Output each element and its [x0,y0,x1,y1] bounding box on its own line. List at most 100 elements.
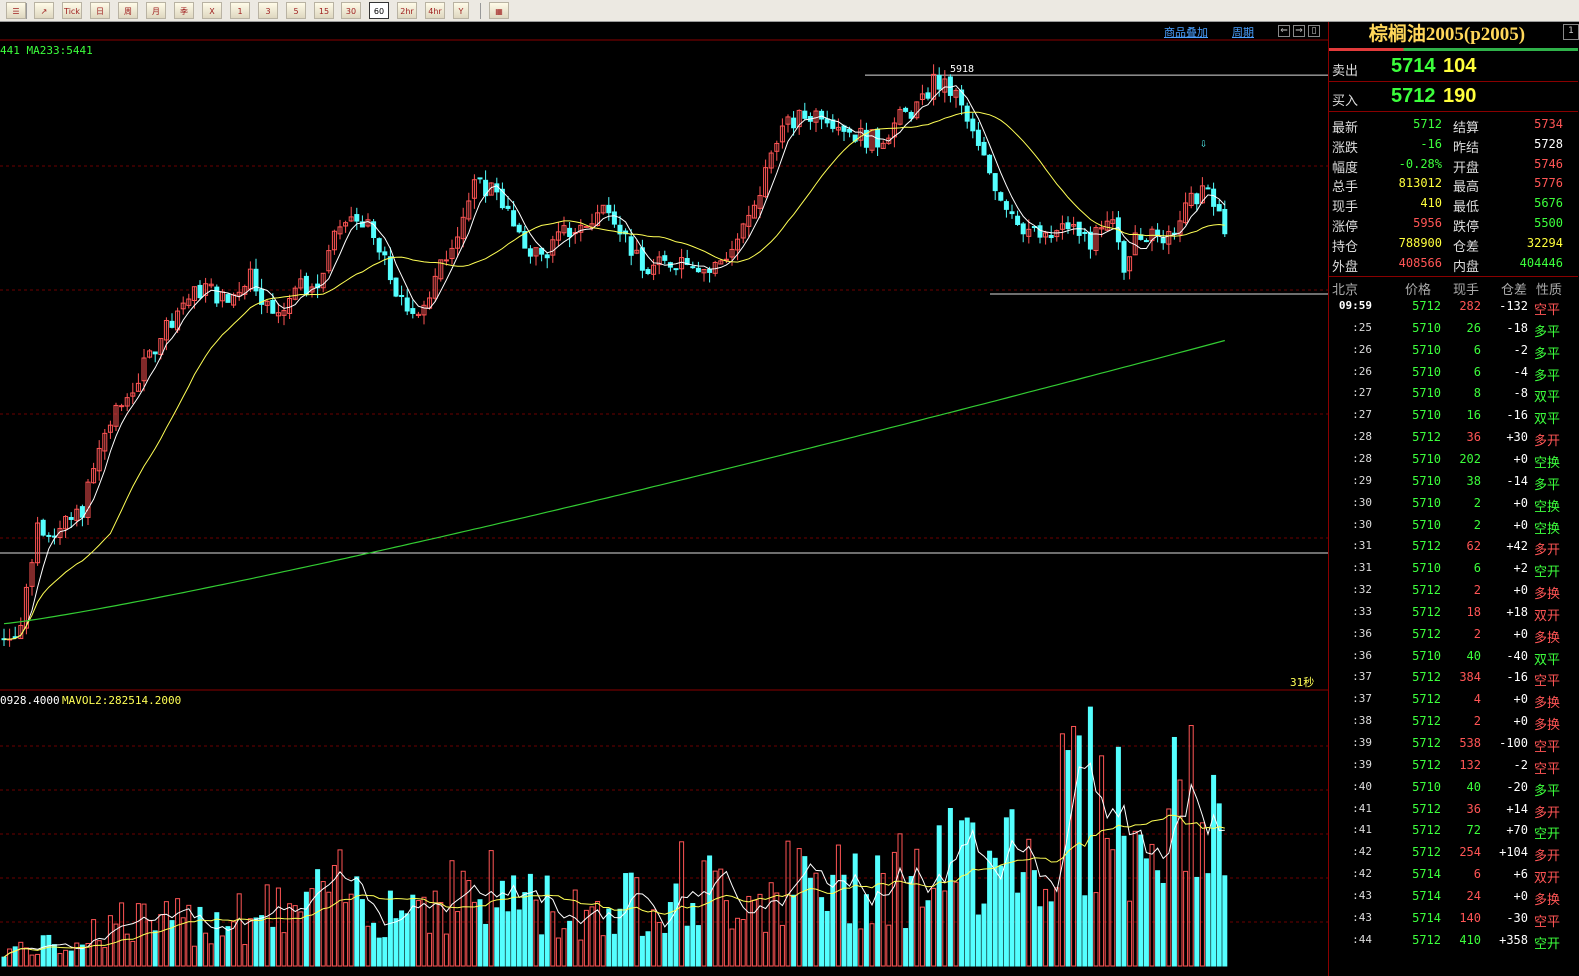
candle-body [645,269,651,275]
tick-nature: 多换 [1534,696,1561,712]
stat-label: 昨结 [1453,140,1480,156]
candle-body [903,107,909,112]
volume-bar [1171,736,1177,967]
candle-body [1143,240,1149,243]
volume-bar [768,882,774,967]
stat-label: 仓差 [1453,239,1480,255]
volume-bar [1104,837,1110,967]
volume-bar [443,933,449,967]
chart-area[interactable]: 441 MA233:5441 商品叠加 周期 ⇐ ⇒ ▯ 5918 31秒 09… [0,22,1328,976]
tick-time: :31 [1352,539,1372,553]
tick-row: :33 5712 18 +18 双开 [1329,602,1578,624]
toolbar-button-m60[interactable]: 60 [369,2,389,19]
volume-bar [975,914,981,967]
tick-volume: 2 [1473,495,1481,510]
tick-volume: 36 [1466,430,1481,445]
volume-bar [483,923,489,967]
toolbar-button-quarter[interactable]: 季 [174,2,194,19]
kline-chart [0,39,1328,967]
toolbar-separator [480,3,481,19]
volume-bar [1059,733,1065,967]
toolbar-button-tick[interactable]: Tick [62,2,82,19]
toolbar-button-month[interactable]: 月 [146,2,166,19]
overlay-link[interactable]: 商品叠加 [1164,24,1208,40]
tick-time: 09:59 [1338,299,1372,312]
stat-value: 5676 [1534,196,1563,211]
candle-body [947,76,953,96]
period-link[interactable]: 周期 [1232,24,1254,40]
volume-bar [18,941,24,967]
toolbar-button-week[interactable]: 周 [118,2,138,19]
toolbar-button-m3[interactable]: 3 [258,2,278,19]
tick-change: +0 [1513,451,1528,466]
toolbar-button-list[interactable]: ☰ [6,2,26,19]
toolbar-button-custom[interactable]: Y [453,2,469,19]
tick-row: :36 5712 2 +0 多换 [1329,624,1578,646]
volume-bar [561,928,567,967]
toolbar-button-m15[interactable]: 15 [314,2,334,19]
tick-volume: 72 [1466,823,1481,838]
stat-value: 788900 [1398,235,1442,250]
toolbar-button-year[interactable]: X [202,2,222,19]
volume-bar [1043,888,1049,967]
panel-number-icon[interactable]: 1 [1563,24,1579,40]
volume-bar [533,899,539,967]
volume-bar [539,934,545,967]
tick-nature: 空平 [1534,674,1561,690]
prev-arrow-icon[interactable]: ⇐ [1278,25,1290,37]
toolbar-button-day[interactable]: 日 [90,2,110,19]
candle-body [68,517,74,520]
tick-change: +6 [1513,867,1528,882]
volume-bar [807,877,813,967]
volume-bar [645,931,651,967]
volume-bar [477,899,483,967]
toolbar-button-m30[interactable]: 30 [341,2,361,19]
panel-toggle-icon[interactable]: ▯ [1308,25,1320,37]
tick-row: :28 5710 202 +0 空换 [1329,449,1578,471]
volume-bar [466,880,472,967]
volume-bar [690,903,696,967]
volume-bar [639,935,645,967]
tick-change: -2 [1513,342,1528,357]
volume-bar [449,860,455,967]
candle-body [975,129,981,146]
tick-row: :44 5712 410 +358 空开 [1329,930,1578,952]
volume-bar [813,872,819,967]
stat-value: 813012 [1398,176,1442,191]
candle-body [662,255,668,261]
stat-label: 幅度 [1332,160,1359,176]
volume-bar [1188,725,1194,967]
volume-bar [455,911,461,967]
candle-body [723,258,729,261]
next-arrow-icon[interactable]: ⇒ [1293,25,1305,37]
tick-nature: 空开 [1534,565,1561,581]
tick-change: +2 [1513,561,1528,576]
candle-body [611,211,617,225]
candle-body [1194,193,1200,205]
volume-bar [835,844,841,967]
candle-body [477,177,483,180]
tick-volume: 6 [1473,561,1481,576]
tick-time: :39 [1352,736,1372,749]
volume-label: 0928.4000 [0,694,60,707]
tick-nature: 多平 [1534,346,1561,362]
toolbar-button-h2[interactable]: 2hr [397,2,417,19]
toolbar-button-trend[interactable]: ↗ [34,2,54,19]
volume-bar [387,890,393,967]
toolbar-button-h4[interactable]: 4hr [425,2,445,19]
tick-volume: 2 [1473,626,1481,641]
candle-body [1087,231,1093,250]
volume-bar [147,919,153,967]
ask-label: 卖出 [1332,64,1359,79]
tick-nature: 多开 [1534,849,1561,865]
volume-bar [438,902,444,967]
tick-volume: 384 [1459,670,1481,685]
tick-volume: 2 [1473,714,1481,729]
volume-bar [1,956,7,967]
toolbar-button-m1[interactable]: 1 [230,2,250,19]
volume-bar [505,911,511,967]
toolbar-button-m5[interactable]: 5 [286,2,306,19]
toolbar-button-calc[interactable]: ▦ [489,2,509,19]
volume-bar [337,849,343,967]
volume-bar [1149,843,1155,967]
